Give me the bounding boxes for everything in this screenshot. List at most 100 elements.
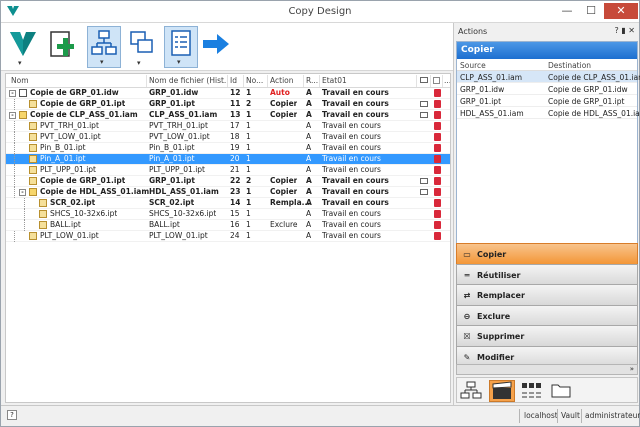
grid-view-toggle[interactable] (519, 380, 545, 402)
column-header-name[interactable]: Nom (11, 76, 29, 85)
table-row[interactable]: - Copie de GRP_01.idw GRP_01.idw 12 1 Auto A Tr… (6, 88, 450, 99)
row-filename: Pin_A_01.ipt (149, 154, 195, 163)
table-row[interactable]: PLT_LOW_01.ipt PLT_LOW_01.ipt 24 1 A Travail … (6, 231, 450, 242)
column-header-state[interactable]: Etat01 (322, 76, 347, 85)
actions-title: Actions (458, 27, 488, 36)
status-indicator-icon (434, 188, 441, 196)
collapse-toggle[interactable]: - (9, 90, 16, 97)
column-header-filename[interactable]: Nom de fichier (Hist... (149, 76, 226, 85)
row-revision: A (306, 220, 312, 229)
view-switcher (456, 377, 638, 403)
chevron-down-icon: ▾ (18, 59, 22, 67)
table-row[interactable]: Pin_A_01.ipt Pin_A_01.ipt 20 1 A Travail en c… (6, 154, 450, 165)
row-number: 1 (246, 143, 251, 152)
table-row[interactable]: Copie de GRP_01.ipt GRP_01.ipt 11 2 Copier A T… (6, 99, 450, 110)
action-button-label: Remplacer (477, 291, 525, 300)
column-header-more[interactable]: ... (444, 76, 450, 85)
column-header-r[interactable]: R... (306, 76, 318, 85)
row-id: 12 (230, 88, 241, 97)
row-name: Pin_A_01.ipt (40, 154, 86, 163)
vault-menu-button[interactable]: ▾ (6, 26, 40, 68)
tree-structure-icon (460, 381, 482, 399)
table-row[interactable]: SCR_02.ipt SCR_02.ipt 14 1 Rempla... A Travail… (6, 198, 450, 209)
table-row[interactable]: PVT_TRH_01.ipt PVT_TRH_01.ipt 17 1 A Travail … (6, 121, 450, 132)
row-revision: A (306, 187, 312, 196)
row-action: Copier (270, 99, 298, 108)
column-header-id[interactable]: Id (230, 76, 237, 85)
more-button[interactable]: » (456, 364, 638, 375)
replace-icon: ⇄ (463, 291, 471, 300)
row-filename: HDL_ASS_01.iam (149, 187, 219, 196)
table-row[interactable]: SHCS_10-32x6.ipt SHCS_10-32x6.ipt 15 1 A Trav… (6, 209, 450, 220)
table-row[interactable]: Copie de GRP_01.ipt GRP_01.ipt 22 2 Copier A T… (6, 176, 450, 187)
pin-icon[interactable]: ▮ (621, 26, 625, 35)
mapping-row[interactable]: HDL_ASS_01.iam Copie de HDL_ASS_01.iam (457, 107, 640, 119)
row-filename: GRP_01.ipt (149, 176, 195, 185)
collapse-toggle[interactable]: - (9, 112, 16, 119)
copy-design-window: Copy Design — ☐ ✕ ▾ ▾ ▾ ▾ Nom Nom de fic… (0, 0, 640, 427)
actions-panel: Actions ? ▮ ✕ Copier Source Destination … (453, 23, 640, 405)
table-row[interactable]: - Copie de CLP_ASS_01.iam CLP_ASS_01.iam 13… (6, 110, 450, 121)
copy-button[interactable]: ▾ (125, 26, 159, 68)
clapperboard-view-toggle[interactable] (489, 380, 515, 402)
help-button[interactable]: ? (7, 410, 17, 420)
row-number: 2 (246, 99, 252, 108)
row-name: Copie de CLP_ASS_01.iam (30, 110, 138, 119)
mapping-row[interactable]: CLP_ASS_01.iam Copie de CLP_ASS_01.iam (457, 71, 640, 83)
collapse-toggle[interactable]: - (19, 189, 26, 196)
list-view-button[interactable]: ▾ (164, 26, 198, 68)
minimize-button[interactable]: — (556, 3, 578, 19)
exclure-action-button[interactable]: ⊖ Exclure (456, 304, 638, 327)
row-filename: GRP_01.idw (149, 88, 199, 97)
tree-line (24, 198, 25, 209)
table-row[interactable]: - Copie de HDL_ASS_01.iam HDL_ASS_01.iam 23… (6, 187, 450, 198)
rutiliser-action-button[interactable]: ═ Réutiliser (456, 263, 638, 286)
destination-column-header[interactable]: Destination (548, 61, 591, 70)
tree-view-button[interactable]: ▾ (87, 26, 121, 68)
row-action: Copier (270, 187, 298, 196)
remplacer-action-button[interactable]: ⇄ Remplacer (456, 284, 638, 306)
close-button[interactable]: ✕ (604, 3, 638, 19)
close-icon[interactable]: ✕ (628, 26, 635, 35)
column-header-no[interactable]: No... (246, 76, 263, 85)
action-button-label: Supprimer (477, 332, 525, 341)
row-filename: PLT_LOW_01.ipt (149, 231, 208, 240)
row-state: Travail en cours (322, 165, 381, 174)
tree-view-toggle[interactable] (459, 380, 485, 402)
drawing-file-icon (19, 89, 27, 97)
next-button[interactable] (200, 26, 234, 68)
mapping-row[interactable]: GRP_01.ipt Copie de GRP_01.ipt (457, 95, 637, 107)
mapping-source: GRP_01.ipt (460, 97, 502, 106)
row-name: PVT_LOW_01.ipt (40, 132, 101, 141)
grid-header: Nom Nom de fichier (Hist... Id No... Act… (6, 74, 450, 88)
add-button[interactable] (47, 26, 81, 68)
table-row[interactable]: Pin_B_01.ipt Pin_B_01.ipt 19 1 A Travail en c… (6, 143, 450, 154)
row-number: 1 (246, 121, 251, 130)
maximize-button[interactable]: ☐ (580, 3, 602, 19)
row-number: 1 (246, 220, 251, 229)
status-indicator-icon (434, 166, 441, 174)
column-header-action[interactable]: Action (270, 76, 294, 85)
supprimer-action-button[interactable]: ☒ Supprimer (456, 325, 638, 347)
row-id: 19 (230, 143, 240, 152)
mapping-row[interactable]: GRP_01.idw Copie de GRP_01.idw (457, 83, 637, 95)
table-row[interactable]: PVT_LOW_01.ipt PVT_LOW_01.ipt 18 1 A Travail … (6, 132, 450, 143)
tree-line (14, 99, 15, 110)
table-row[interactable]: BALL.ipt BALL.ipt 16 1 Exclure A Travail en co… (6, 220, 450, 231)
chevron-down-icon: ▾ (100, 58, 104, 66)
mapping-destination: Copie de CLP_ASS_01.iam (548, 73, 640, 82)
source-column-header[interactable]: Source (460, 61, 486, 70)
row-revision: A (306, 121, 312, 130)
row-state: Travail en cours (322, 110, 389, 119)
table-row[interactable]: PLT_UPP_01.ipt PLT_UPP_01.ipt 21 1 A Travail … (6, 165, 450, 176)
copier-action-button[interactable]: ▭ Copier (456, 243, 638, 265)
mapping-destination: Copie de HDL_ASS_01.iam (548, 109, 640, 118)
row-number: 1 (246, 132, 251, 141)
help-icon[interactable]: ? (615, 26, 619, 35)
folder-view-toggle[interactable] (549, 380, 575, 402)
row-name: BALL.ipt (50, 220, 81, 229)
row-revision: A (306, 99, 312, 108)
row-name: Copie de GRP_01.ipt (40, 99, 126, 108)
mapping-source: GRP_01.idw (460, 85, 505, 94)
row-filename: CLP_ASS_01.iam (149, 110, 218, 119)
